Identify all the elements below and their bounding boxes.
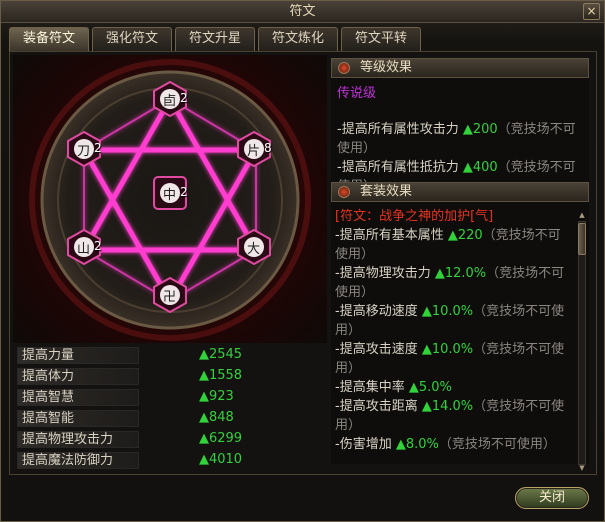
stat-value: ▲2545 <box>199 347 243 362</box>
section-bullet-icon <box>338 62 350 74</box>
set-line: -提高所有基本属性 ▲220（竞技场不可使用） <box>335 226 573 264</box>
line-text: -提高所有基本属性 <box>335 228 448 243</box>
set-name: [符文：战争之神的加护[气] <box>335 209 494 224</box>
rune-slot-lower-left[interactable]: 山 2 <box>66 229 102 265</box>
line-value: ▲12.0% <box>434 266 487 281</box>
rune-glyph: 卍 <box>163 290 177 305</box>
set-effect-scrollbar[interactable]: ▲ ▼ <box>577 211 587 473</box>
line-value: ▲5.0% <box>408 380 452 395</box>
tab-equip-rune[interactable]: 装备符文 <box>9 27 89 51</box>
line-text: -提高攻击距离 <box>335 399 422 414</box>
scroll-thumb[interactable] <box>578 223 586 255</box>
line-value: ▲14.0% <box>421 399 474 414</box>
line-text: -提高物理攻击力 <box>335 266 435 281</box>
rune-slot-center[interactable]: 中 2 <box>152 175 188 211</box>
line-note: （竞技场不可使用） <box>438 437 556 452</box>
rune-circle-panel: 卣 2 刀 2 片 8 中 2 山 2 大 卍 <box>13 55 327 343</box>
stat-value: ▲848 <box>199 410 234 425</box>
line-text: -提高攻击速度 <box>335 342 422 357</box>
stat-label: 提高智能 <box>17 410 139 427</box>
stat-row: 提高力量 ▲2545 <box>13 345 327 366</box>
rune-glyph: 片 <box>247 144 261 159</box>
stat-row: 提高物理攻击力 ▲6299 <box>13 429 327 450</box>
rune-glyph: 刀 <box>77 144 91 159</box>
set-line: -提高攻击速度 ▲10.0%（竞技场不可使用） <box>335 340 573 378</box>
section-bullet-icon <box>338 186 350 198</box>
effects-column: 等级效果 传说级 -提高所有属性攻击力 ▲200（竞技场不可使用） -提高所有属… <box>331 58 589 472</box>
line-value: ▲10.0% <box>421 342 474 357</box>
stat-value: ▲4010 <box>199 452 243 467</box>
stat-label: 提高体力 <box>17 368 139 385</box>
scroll-track[interactable] <box>578 221 586 465</box>
grade-effect-body: 传说级 -提高所有属性攻击力 ▲200（竞技场不可使用） -提高所有属性抵抗力 … <box>331 78 589 194</box>
stat-label: 提高物理攻击力 <box>17 431 139 448</box>
rune-slot-lower-right[interactable]: 大 <box>236 229 272 265</box>
line-text: -提高所有属性抵抗力 <box>337 160 463 175</box>
stat-label: 提高力量 <box>17 347 139 364</box>
line-value: ▲10.0% <box>421 304 474 319</box>
grade-effect-title: 等级效果 <box>360 60 413 75</box>
close-icon[interactable]: × <box>583 3 600 20</box>
tab-rune-refine[interactable]: 符文炼化 <box>258 27 338 51</box>
line-text: -伤害增加 <box>335 437 396 452</box>
rune-count: 2 <box>180 185 188 199</box>
set-line: -提高移动速度 ▲10.0%（竞技场不可使用） <box>335 302 573 340</box>
set-line: -提高物理攻击力 ▲12.0%（竞技场不可使用） <box>335 264 573 302</box>
stat-value: ▲6299 <box>199 431 243 446</box>
stat-row: 提高魔法防御力 ▲4010 <box>13 450 327 471</box>
scroll-up-icon[interactable]: ▲ <box>577 211 587 220</box>
stat-row: 提高智能 ▲848 <box>13 408 327 429</box>
rune-count: 8 <box>264 141 272 155</box>
stat-row: 提高智慧 ▲923 <box>13 387 327 408</box>
rune-count: 2 <box>180 91 188 105</box>
rune-count: 2 <box>94 141 102 155</box>
rune-glyph: 大 <box>247 242 261 257</box>
set-effect-body: [符文：战争之神的加护[气] -提高所有基本属性 ▲220（竞技场不可使用） -… <box>331 202 589 464</box>
title-bar: 符文 × <box>1 1 604 23</box>
rune-slot-upper-left[interactable]: 刀 2 <box>66 131 102 167</box>
line-value: ▲400 <box>462 160 498 175</box>
rune-slot-bottom[interactable]: 卍 <box>152 277 188 313</box>
set-line: -提高集中率 ▲5.0% <box>335 378 573 397</box>
stat-row: 提高体力 ▲1558 <box>13 366 327 387</box>
grade-tier: 传说级 <box>337 86 377 101</box>
grade-line: -提高所有属性攻击力 ▲200（竞技场不可使用） <box>337 120 583 158</box>
stat-value: ▲1558 <box>199 368 243 383</box>
rune-slot-top[interactable]: 卣 2 <box>152 81 188 117</box>
line-value: ▲8.0% <box>395 437 439 452</box>
set-line: -提高攻击距离 ▲14.0%（竞技场不可使用） <box>335 397 573 435</box>
rune-window: 符文 × 装备符文 强化符文 符文升星 符文炼化 符文平转 卣 2 刀 2 片 … <box>0 0 605 522</box>
rune-glyph: 山 <box>77 242 91 257</box>
tab-rune-star-up[interactable]: 符文升星 <box>175 27 255 51</box>
line-value: ▲200 <box>462 122 498 137</box>
tab-enhance-rune[interactable]: 强化符文 <box>92 27 172 51</box>
line-text: -提高移动速度 <box>335 304 422 319</box>
rune-slot-upper-right[interactable]: 片 8 <box>236 131 272 167</box>
set-effect-title: 套装效果 <box>360 184 413 199</box>
window-title: 符文 <box>289 4 316 19</box>
set-effect-header: 套装效果 <box>331 182 589 202</box>
rune-glyph: 中 <box>163 188 177 203</box>
rune-count: 2 <box>94 239 102 253</box>
line-text: -提高集中率 <box>335 380 409 395</box>
stats-list: 提高力量 ▲2545 提高体力 ▲1558 提高智慧 ▲923 提高智能 ▲84… <box>13 345 327 471</box>
stat-label: 提高智慧 <box>17 389 139 406</box>
scroll-down-icon[interactable]: ▼ <box>577 464 587 473</box>
rune-glyph: 卣 <box>163 94 177 109</box>
set-line: -伤害增加 ▲8.0%（竞技场不可使用） <box>335 435 573 454</box>
line-value: ▲220 <box>447 228 483 243</box>
tab-rune-transfer[interactable]: 符文平转 <box>341 27 421 51</box>
line-text: -提高所有属性攻击力 <box>337 122 463 137</box>
close-button[interactable]: 关闭 <box>515 487 589 509</box>
stat-value: ▲923 <box>199 389 234 404</box>
stat-label: 提高魔法防御力 <box>17 452 139 469</box>
grade-effect-header: 等级效果 <box>331 58 589 78</box>
